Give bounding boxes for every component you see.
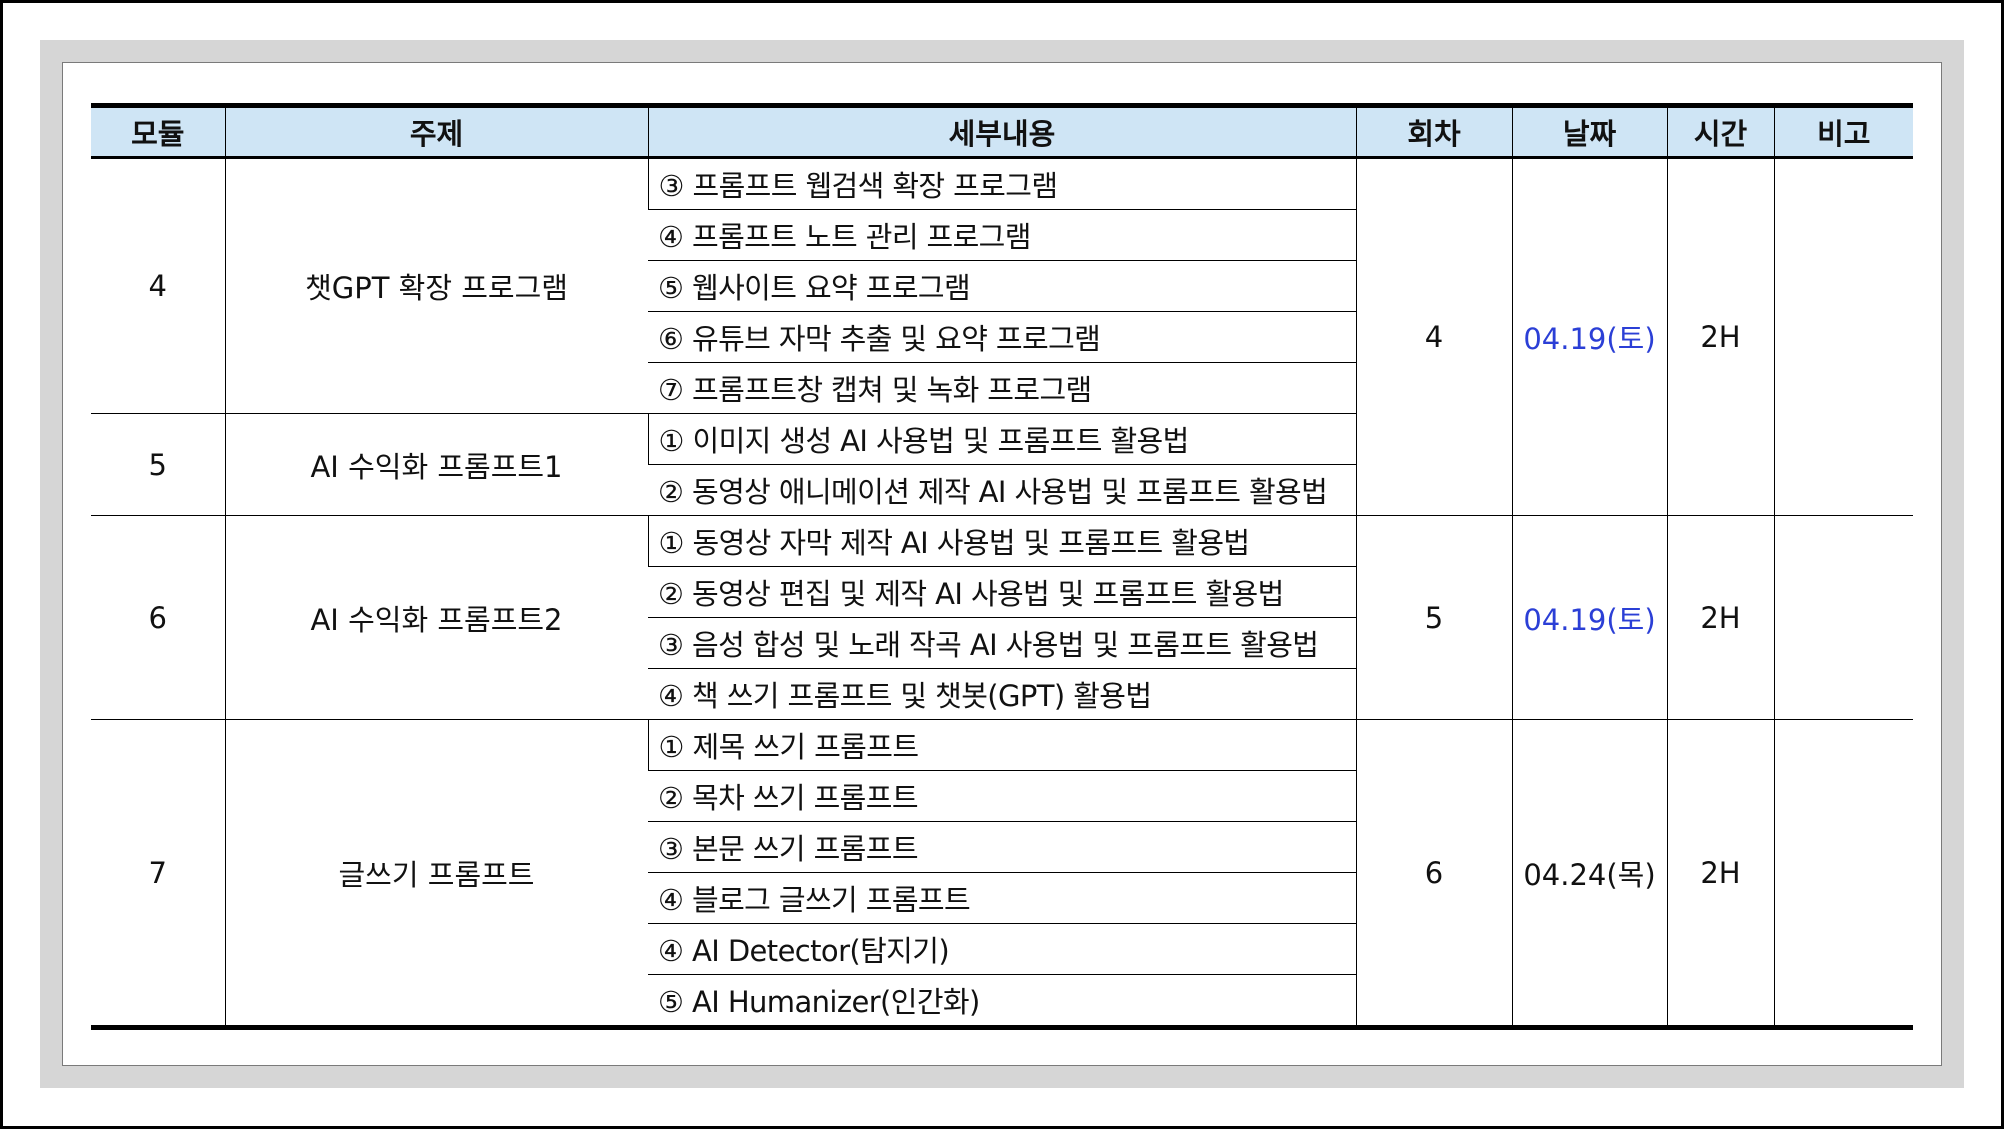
module-topic: AI 수익화 프롬프트2: [224, 515, 648, 720]
table-row: 4 챗GPT 확장 프로그램 ③ 프롬프트 웹검색 확장 프로그램 4 04.1…: [91, 157, 1913, 516]
detail-item: ④ 책 쓰기 프롬프트 및 챗봇(GPT) 활용법: [648, 668, 1356, 720]
module-number: 6: [91, 515, 225, 720]
header-date: 날짜: [1511, 105, 1667, 159]
detail-item: ① 제목 쓰기 프롬프트: [647, 719, 1356, 771]
detail-item: ② 동영상 애니메이션 제작 AI 사용법 및 프롬프트 활용법: [648, 464, 1356, 516]
session-number: 4: [1355, 157, 1512, 516]
session-date-text: 04.19(토): [1523, 322, 1656, 356]
session-number: 6: [1355, 719, 1512, 1028]
module-topic: 글쓰기 프롬프트: [224, 719, 648, 1028]
curriculum-table: 모듈 주제 세부내용 회차 날짜 시간 비고 4 챗GPT 확장 프로그램 ③ …: [91, 103, 1913, 1030]
detail-item: ③ 본문 쓰기 프롬프트: [648, 821, 1356, 873]
header-topic: 주제: [224, 105, 648, 159]
detail-item: ① 동영상 자막 제작 AI 사용법 및 프롬프트 활용법: [647, 515, 1356, 567]
detail-item: ⑥ 유튜브 자막 추출 및 요약 프로그램: [648, 311, 1356, 363]
header-row: 모듈 주제 세부내용 회차 날짜 시간 비고: [91, 105, 1913, 159]
module-topic: 챗GPT 확장 프로그램: [224, 157, 648, 414]
detail-item: ③ 프롬프트 웹검색 확장 프로그램: [647, 157, 1356, 210]
detail-item: ⑦ 프롬프트창 캡쳐 및 녹화 프로그램: [648, 362, 1356, 414]
session-date: 04.24(목): [1511, 719, 1667, 1028]
module-number: 4: [91, 157, 225, 414]
header-time: 시간: [1666, 105, 1774, 159]
session-date: 04.19(토): [1511, 515, 1667, 720]
detail-item: ④ 프롬프트 노트 관리 프로그램: [648, 209, 1356, 261]
session-note: [1773, 719, 1913, 1028]
session-note: [1773, 515, 1913, 720]
header-module: 모듈: [91, 105, 225, 159]
table-row: 7 글쓰기 프롬프트 ① 제목 쓰기 프롬프트 6 04.24(목) 2H: [91, 719, 1913, 1028]
detail-item: ① 이미지 생성 AI 사용법 및 프롬프트 활용법: [647, 413, 1356, 465]
detail-item: ⑤ 웹사이트 요약 프로그램: [648, 260, 1356, 312]
session-number: 5: [1355, 515, 1512, 720]
session-time: 2H: [1666, 515, 1774, 720]
session-date-text: 04.19(토): [1523, 602, 1656, 637]
session-date: 04.19(토): [1511, 157, 1667, 516]
detail-item: ④ AI Detector(탐지기): [648, 923, 1356, 975]
detail-item: ③ 음성 합성 및 노래 작곡 AI 사용법 및 프롬프트 활용법: [648, 617, 1356, 669]
header-session: 회차: [1355, 105, 1512, 159]
detail-item: ② 목차 쓰기 프롬프트: [648, 770, 1356, 822]
session-time: 2H: [1666, 719, 1774, 1028]
module-number: 7: [91, 719, 225, 1028]
module-topic: AI 수익화 프롬프트1: [224, 413, 648, 516]
detail-item: ② 동영상 편집 및 제작 AI 사용법 및 프롬프트 활용법: [648, 566, 1356, 618]
session-note: [1773, 157, 1913, 516]
session-time: 2H: [1666, 157, 1774, 516]
header-note: 비고: [1773, 105, 1913, 159]
header-details: 세부내용: [647, 105, 1356, 159]
detail-item: ⑤ AI Humanizer(인간화): [648, 974, 1356, 1028]
detail-item: ④ 블로그 글쓰기 프롬프트: [648, 872, 1356, 924]
module-number: 5: [91, 413, 225, 516]
table-row: 6 AI 수익화 프롬프트2 ① 동영상 자막 제작 AI 사용법 및 프롬프트…: [91, 515, 1913, 720]
